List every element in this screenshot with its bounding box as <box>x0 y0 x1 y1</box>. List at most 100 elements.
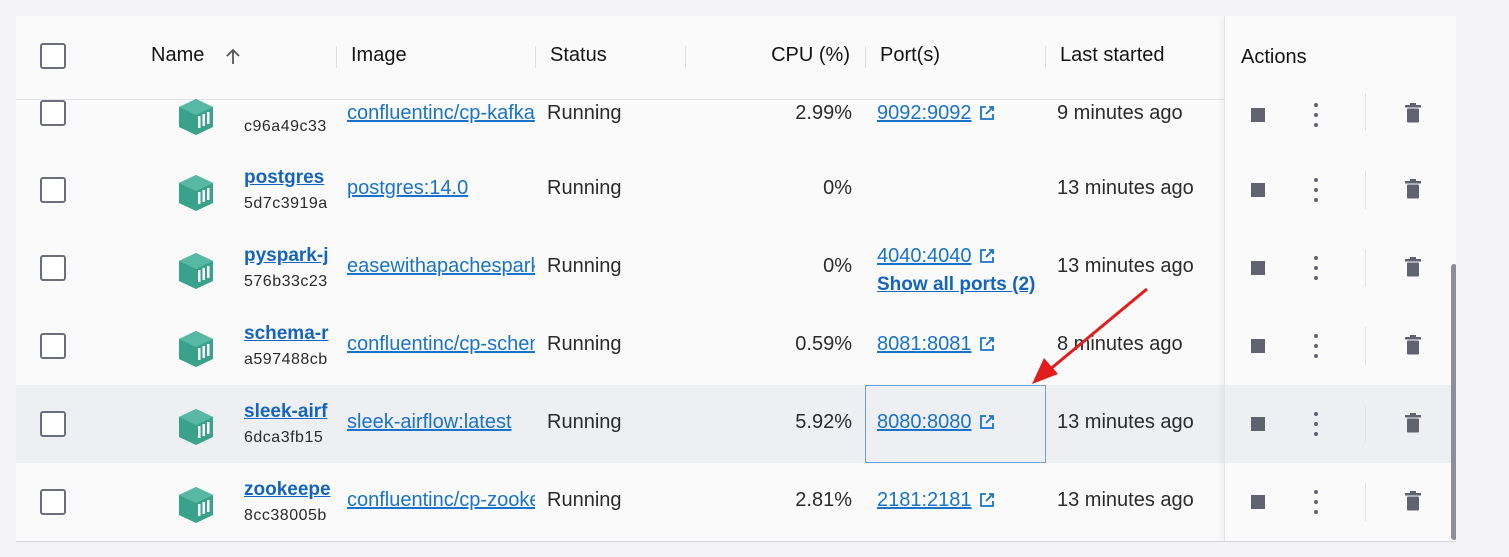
status-text: Running <box>547 411 622 433</box>
container-id: 576b33c23 <box>244 273 328 290</box>
cpu-value: 0.59% <box>795 333 852 355</box>
container-name-link[interactable]: zookeepe <box>244 479 336 501</box>
container-name-link[interactable]: schema-r <box>244 323 336 345</box>
row-actions <box>1225 229 1456 307</box>
container-name-link[interactable]: sleek-airf <box>244 401 336 423</box>
stop-icon[interactable] <box>1251 261 1265 275</box>
row-checkbox[interactable] <box>40 411 66 437</box>
port-cell: 8080:8080 <box>877 411 996 434</box>
actions-divider <box>1365 93 1366 131</box>
trash-icon[interactable] <box>1405 103 1421 123</box>
more-options-icon[interactable] <box>1309 333 1323 359</box>
image-link[interactable]: sleek-airflow:latest <box>347 411 535 434</box>
trash-icon[interactable] <box>1405 335 1421 355</box>
row-actions <box>1225 73 1456 151</box>
column-header-cpu[interactable]: CPU (%) <box>716 44 850 67</box>
container-id: 6dca3fb15 <box>244 429 324 446</box>
status-text: Running <box>547 333 622 355</box>
last-started-text: 13 minutes ago <box>1057 255 1194 277</box>
column-header-name[interactable]: Name <box>151 44 204 67</box>
last-started-text: 8 minutes ago <box>1057 333 1183 355</box>
external-link-icon[interactable] <box>978 247 996 265</box>
column-header-status[interactable]: Status <box>550 44 607 67</box>
status-text: Running <box>547 255 622 277</box>
image-link[interactable]: confluentinc/cp-zookeeper <box>347 489 535 512</box>
port-link[interactable]: 8080:8080 <box>877 411 972 433</box>
container-icon <box>179 253 213 289</box>
cpu-value: 0% <box>823 255 852 277</box>
port-link[interactable]: 8081:8081 <box>877 333 972 355</box>
column-header-actions: Actions <box>1241 46 1307 68</box>
column-divider <box>1045 46 1046 68</box>
port-cell: 8081:8081 <box>877 333 996 356</box>
row-actions <box>1225 151 1456 229</box>
container-icon <box>179 487 213 523</box>
container-name-link[interactable]: pyspark-j <box>244 245 336 267</box>
column-divider <box>685 46 686 68</box>
status-text: Running <box>547 177 622 199</box>
column-header-last-started[interactable]: Last started <box>1060 44 1165 67</box>
image-link[interactable]: postgres:14.0 <box>347 177 535 200</box>
stop-icon[interactable] <box>1251 183 1265 197</box>
port-cell: 9092:9092 <box>877 102 996 125</box>
actions-divider <box>1365 249 1366 287</box>
row-checkbox[interactable] <box>40 100 66 126</box>
actions-divider <box>1365 171 1366 209</box>
status-text: Running <box>547 102 622 124</box>
stop-icon[interactable] <box>1251 339 1265 353</box>
container-id: c96a49c33 <box>244 118 327 135</box>
last-started-text: 9 minutes ago <box>1057 102 1183 124</box>
more-options-icon[interactable] <box>1309 255 1323 281</box>
trash-icon[interactable] <box>1405 491 1421 511</box>
arrow-up-icon[interactable] <box>224 48 242 66</box>
show-all-ports-link[interactable]: Show all ports (2) <box>877 274 1035 296</box>
container-id: a597488cb <box>244 351 328 368</box>
trash-icon[interactable] <box>1405 179 1421 199</box>
more-options-icon[interactable] <box>1309 102 1323 128</box>
vertical-scrollbar[interactable] <box>1451 264 1456 540</box>
more-options-icon[interactable] <box>1309 411 1323 437</box>
stop-icon[interactable] <box>1251 108 1265 122</box>
row-checkbox[interactable] <box>40 333 66 359</box>
stop-icon[interactable] <box>1251 495 1265 509</box>
column-divider <box>336 46 337 68</box>
port-link[interactable]: 2181:2181 <box>877 489 972 511</box>
port-link[interactable]: 9092:9092 <box>877 102 972 124</box>
cpu-value: 0% <box>823 177 852 199</box>
port-link[interactable]: 4040:4040 <box>877 245 972 267</box>
external-link-icon[interactable] <box>978 104 996 122</box>
actions-divider <box>1365 483 1366 521</box>
container-name-link[interactable]: postgres <box>244 167 336 189</box>
row-checkbox[interactable] <box>40 177 66 203</box>
actions-column: Actions <box>1224 16 1456 541</box>
image-link[interactable]: confluentinc/cp-kafka <box>347 102 535 125</box>
row-actions <box>1225 307 1456 385</box>
row-checkbox[interactable] <box>40 255 66 281</box>
external-link-icon[interactable] <box>978 413 996 431</box>
stop-icon[interactable] <box>1251 417 1265 431</box>
column-header-image[interactable]: Image <box>351 44 407 67</box>
container-icon <box>179 331 213 367</box>
external-link-icon[interactable] <box>978 491 996 509</box>
trash-icon[interactable] <box>1405 257 1421 277</box>
select-all-checkbox[interactable] <box>40 43 66 69</box>
external-link-icon[interactable] <box>978 335 996 353</box>
row-checkbox[interactable] <box>40 489 66 515</box>
status-text: Running <box>547 489 622 511</box>
container-icon <box>179 409 213 445</box>
column-divider <box>865 46 866 68</box>
column-divider <box>535 46 536 68</box>
container-id: 5d7c3919a <box>244 195 328 212</box>
containers-table: Name Image Status CPU (%) Port(s) Last s… <box>16 16 1456 542</box>
trash-icon[interactable] <box>1405 413 1421 433</box>
image-link[interactable]: easewithapachespark <box>347 255 535 278</box>
container-id: 8cc38005b <box>244 507 327 524</box>
column-header-ports[interactable]: Port(s) <box>880 44 940 67</box>
cpu-value: 5.92% <box>795 411 852 433</box>
last-started-text: 13 minutes ago <box>1057 177 1194 199</box>
more-options-icon[interactable] <box>1309 489 1323 515</box>
cpu-value: 2.81% <box>795 489 852 511</box>
actions-divider <box>1365 405 1366 443</box>
image-link[interactable]: confluentinc/cp-schema-registry <box>347 333 535 356</box>
more-options-icon[interactable] <box>1309 177 1323 203</box>
